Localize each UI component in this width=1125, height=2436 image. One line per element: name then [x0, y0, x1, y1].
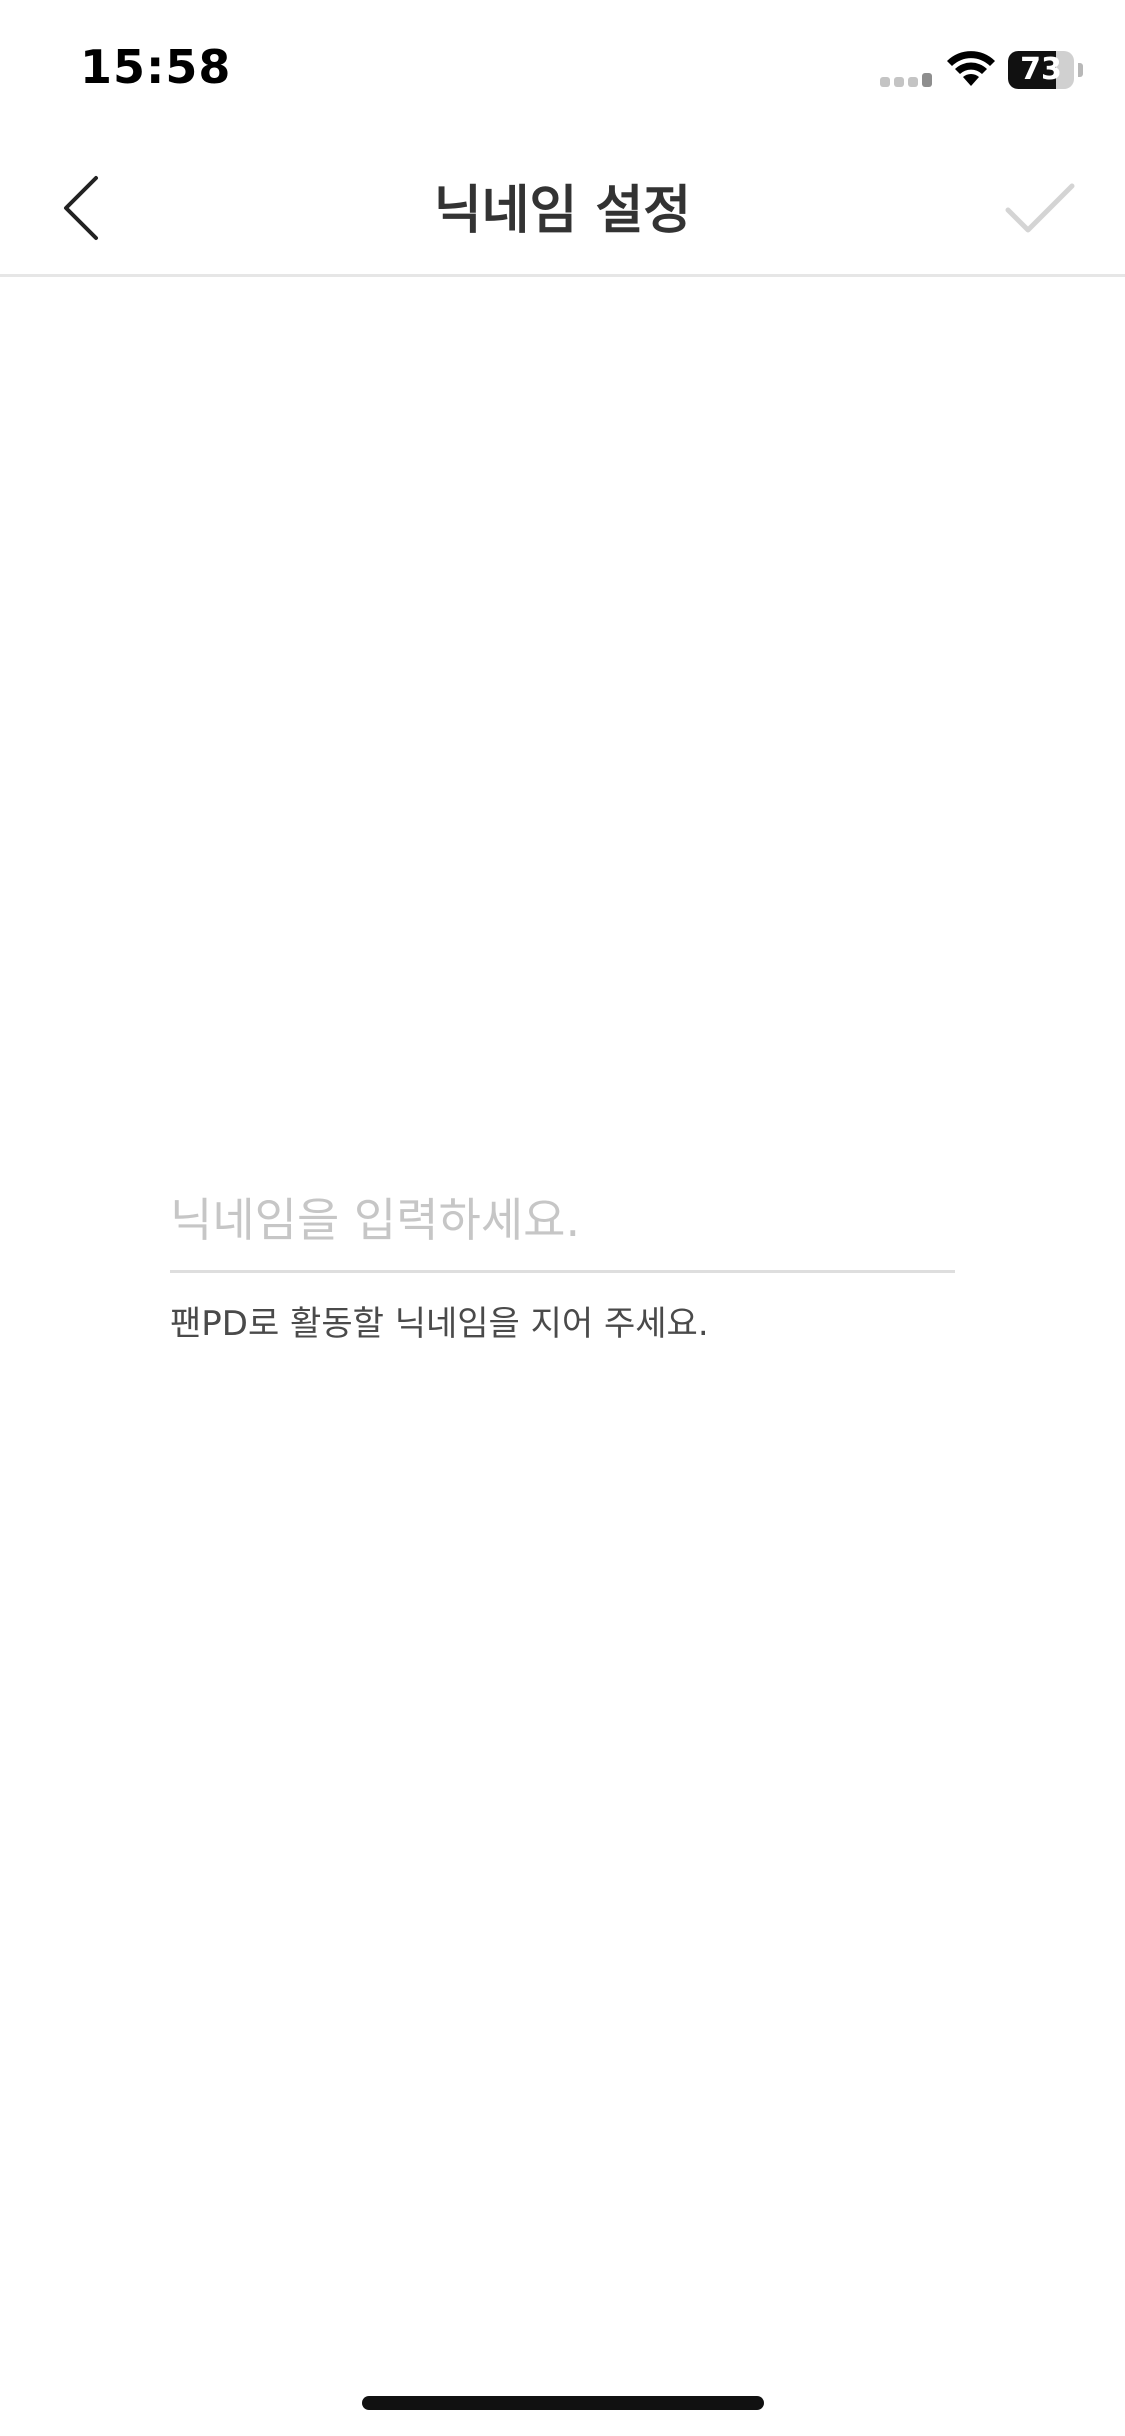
page-title: 닉네임 설정 — [433, 181, 692, 241]
battery-icon: 73 — [1008, 51, 1084, 89]
checkmark-icon — [1005, 183, 1075, 233]
battery-level: 73 — [1020, 52, 1062, 87]
navigation-bar: 닉네임 설정 — [0, 140, 1125, 277]
confirm-button[interactable] — [1000, 174, 1080, 244]
helper-text: 팬PD로 활동할 닉네임을 지어 주세요. — [170, 1304, 709, 1344]
home-indicator[interactable] — [362, 2396, 764, 2410]
cellular-signal-icon — [880, 73, 936, 87]
nickname-input[interactable] — [170, 1170, 955, 1273]
wifi-icon — [947, 51, 995, 86]
status-time: 15:58 — [80, 40, 232, 94]
status-bar: 15:58 73 — [0, 0, 1125, 140]
